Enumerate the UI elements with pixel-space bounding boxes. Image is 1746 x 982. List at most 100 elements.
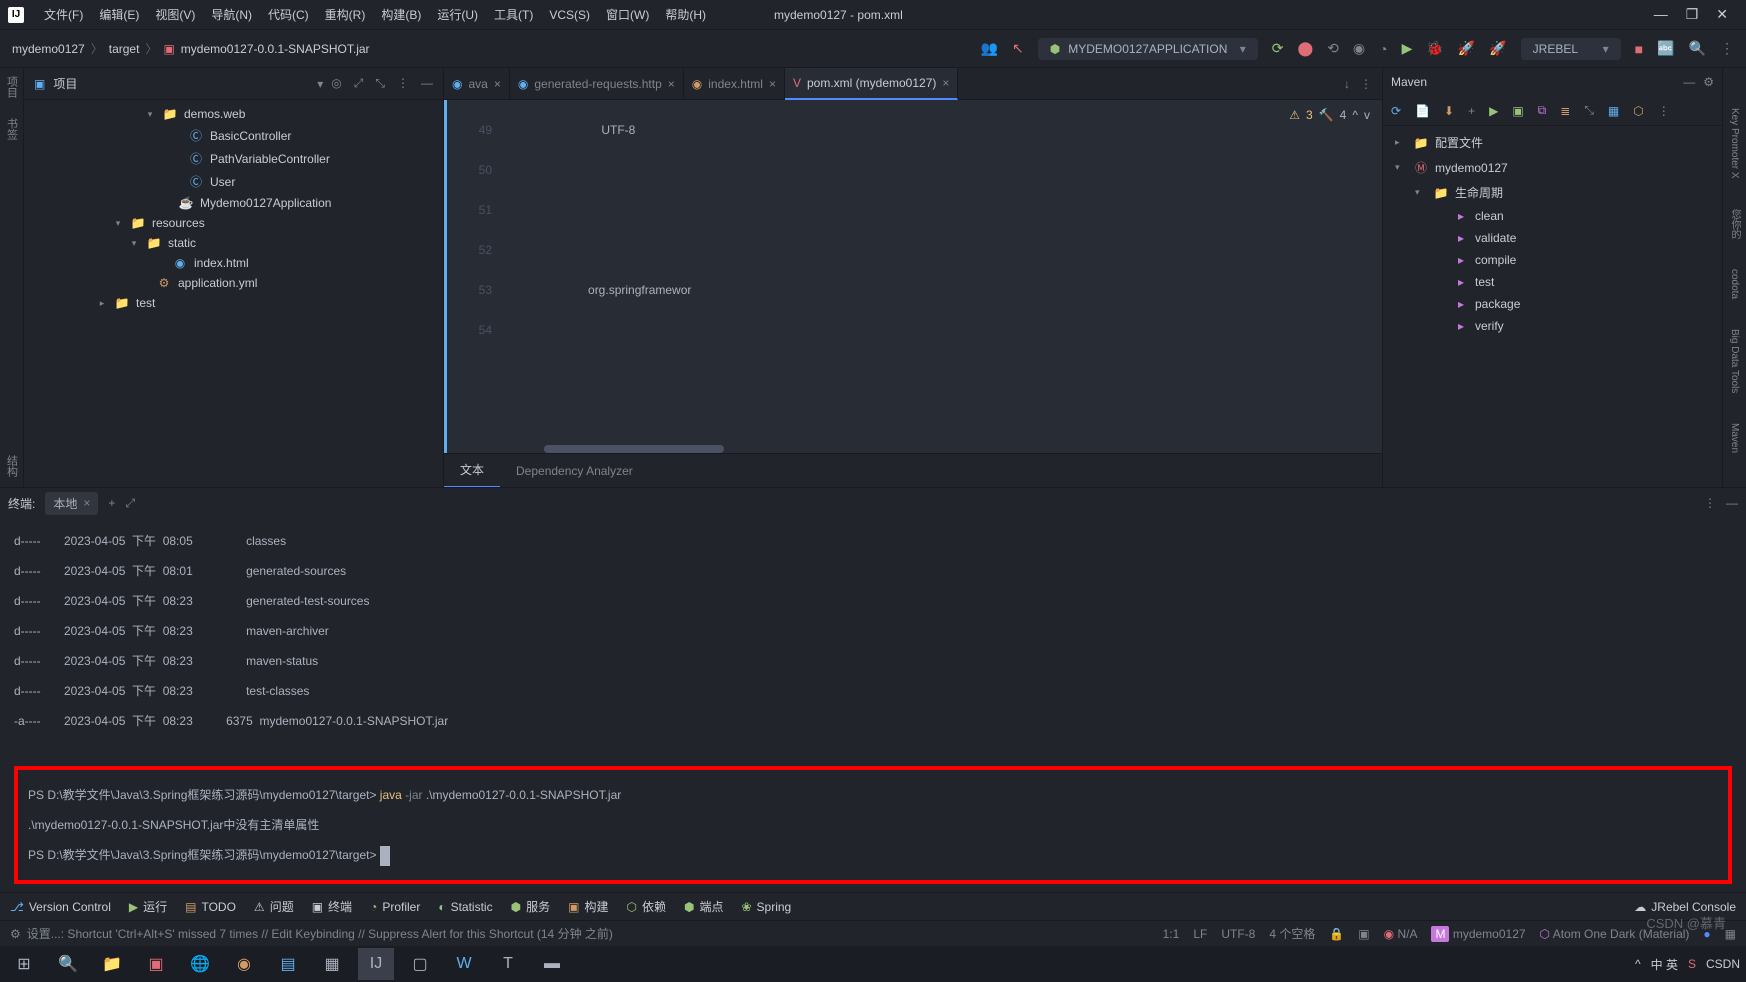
back-icon[interactable]: ↖: [1012, 40, 1024, 57]
tool-problems[interactable]: ⚠问题: [254, 898, 294, 915]
terminal-expand-icon[interactable]: ⤢: [125, 496, 135, 511]
tool-build[interactable]: ▣构建: [568, 898, 608, 915]
tool-run[interactable]: ▶运行: [129, 898, 167, 915]
editor-tab[interactable]: ◉index.html×: [684, 68, 785, 100]
menu-build[interactable]: 构建(B): [373, 6, 429, 23]
tree-item[interactable]: ⒸBasicController: [24, 124, 443, 147]
terminal-tab-local[interactable]: 本地×: [45, 492, 98, 515]
taskbar-word[interactable]: W: [446, 948, 482, 980]
maven-item[interactable]: ▸compile: [1383, 249, 1722, 271]
translate-icon[interactable]: 🔤: [1657, 40, 1674, 57]
taskbar-app4[interactable]: ▦: [314, 948, 350, 980]
tool-deps[interactable]: ⬡依赖: [626, 898, 666, 915]
maven-run-icon[interactable]: ▶: [1489, 104, 1498, 118]
jrebel-selector[interactable]: JREBEL ▾: [1521, 38, 1621, 60]
maven-more-icon[interactable]: ⋮: [1658, 104, 1670, 118]
maven-execute-icon[interactable]: ▣: [1512, 104, 1523, 118]
tree-item[interactable]: ▸📁test: [24, 293, 443, 313]
maven-download-icon[interactable]: ⬇: [1444, 104, 1454, 118]
tool-profiler[interactable]: ◔Profiler: [370, 900, 420, 914]
play-icon[interactable]: ▶: [1402, 40, 1413, 57]
status-lf[interactable]: LF: [1193, 927, 1207, 941]
taskbar-app3[interactable]: ▤: [270, 948, 306, 980]
minimize-icon[interactable]: —: [1654, 6, 1668, 23]
expand-icon[interactable]: ⤢: [354, 76, 364, 91]
coverage-icon[interactable]: ◉: [1353, 40, 1365, 57]
project-tree[interactable]: ▾📁demos.webⒸBasicControllerⒸPathVariable…: [24, 100, 443, 487]
tray-ime[interactable]: 中 英: [1651, 956, 1678, 973]
tree-item[interactable]: ▾📁resources: [24, 213, 443, 233]
tray-icon[interactable]: ^: [1635, 957, 1641, 971]
taskbar-app2[interactable]: ◉: [226, 948, 262, 980]
more-icon[interactable]: ⋮: [1720, 40, 1734, 57]
breadcrumb-folder[interactable]: target: [109, 42, 140, 56]
editor-tab[interactable]: Vpom.xml (mydemo0127)×: [785, 68, 958, 100]
editor-tab[interactable]: ◉ava×: [444, 68, 510, 100]
maven-item[interactable]: ▸verify: [1383, 315, 1722, 337]
breadcrumb-file[interactable]: mydemo0127-0.0.1-SNAPSHOT.jar: [181, 42, 370, 56]
tool-terminal[interactable]: ▣终端: [312, 898, 352, 915]
rail-keypromoter[interactable]: Key Promoter X: [1729, 108, 1740, 179]
maven-toggle-icon[interactable]: ⧉: [1538, 103, 1547, 118]
editor-tab[interactable]: ◉generated-requests.http×: [510, 68, 684, 100]
menu-dots-icon[interactable]: ⋮: [397, 76, 409, 91]
git-icon[interactable]: ▣: [1358, 927, 1369, 941]
stop-icon[interactable]: ⬤: [1297, 40, 1313, 57]
inspections-widget[interactable]: ⚠3 🔨4 ^ v: [1289, 108, 1370, 122]
rerun-icon[interactable]: ⟲: [1327, 40, 1339, 57]
maven-item[interactable]: ▸package: [1383, 293, 1722, 315]
menu-tools[interactable]: 工具(T): [486, 6, 541, 23]
maven-show-icon[interactable]: ▦: [1608, 104, 1619, 118]
chevron-down-icon[interactable]: ▾: [317, 77, 323, 91]
status-settings-icon[interactable]: ⚙: [10, 927, 21, 941]
maven-item[interactable]: ▸clean: [1383, 205, 1722, 227]
taskbar-search[interactable]: 🔍: [50, 948, 86, 980]
profile-icon[interactable]: ◔: [1379, 41, 1387, 57]
maven-reload-icon[interactable]: ⟳: [1391, 104, 1401, 118]
status-project[interactable]: M mydemo0127: [1431, 927, 1525, 941]
menu-nav[interactable]: 导航(N): [203, 6, 260, 23]
taskbar-explorer[interactable]: 📁: [94, 948, 130, 980]
project-panel-title[interactable]: 项目: [53, 75, 309, 92]
status-na[interactable]: ◉ N/A: [1384, 927, 1418, 941]
status-position[interactable]: 1:1: [1163, 927, 1180, 941]
menu-help[interactable]: 帮助(H): [657, 6, 714, 23]
tree-item[interactable]: ⒸUser: [24, 170, 443, 193]
taskbar-app1[interactable]: ▣: [138, 948, 174, 980]
rail-bigdata[interactable]: Big Data Tools: [1729, 329, 1740, 393]
terminal-add-icon[interactable]: +: [108, 496, 115, 510]
debug-icon[interactable]: 🐞: [1426, 40, 1443, 57]
maven-collapse-icon[interactable]: ⤡: [1584, 103, 1594, 118]
hide-icon[interactable]: —: [421, 76, 433, 91]
maven-item[interactable]: ▸validate: [1383, 227, 1722, 249]
sync-icon[interactable]: ⟳: [1272, 40, 1284, 57]
taskbar-start[interactable]: ⊞: [6, 948, 42, 980]
menu-edit[interactable]: 编辑(E): [91, 6, 147, 23]
close-icon[interactable]: ✕: [1716, 6, 1728, 23]
lock-icon[interactable]: 🔒: [1329, 927, 1344, 941]
terminal-output[interactable]: d----- 2023-04-05 下午 08:05 classesd-----…: [0, 518, 1746, 892]
tree-item[interactable]: ▾📁demos.web: [24, 104, 443, 124]
tray-sogou[interactable]: S: [1688, 957, 1696, 971]
jrebel-run-icon[interactable]: 🚀: [1458, 40, 1475, 57]
maven-item[interactable]: ▸test: [1383, 271, 1722, 293]
terminal-hide-icon[interactable]: —: [1726, 496, 1738, 510]
tabs-more-icon[interactable]: ⋮: [1360, 77, 1372, 91]
status-dot-icon[interactable]: ●: [1703, 927, 1710, 941]
menu-run[interactable]: 运行(U): [429, 6, 486, 23]
tool-services[interactable]: ⬢服务: [511, 898, 551, 915]
rail-bookmark[interactable]: 书签: [4, 118, 20, 140]
terminal-more-icon[interactable]: ⋮: [1704, 496, 1716, 510]
status-encoding[interactable]: UTF-8: [1221, 927, 1255, 941]
menu-code[interactable]: 代码(C): [260, 6, 317, 23]
editor-subtab-text[interactable]: 文本: [444, 454, 500, 488]
stop-all-icon[interactable]: ■: [1635, 41, 1643, 57]
tree-item[interactable]: ⚙application.yml: [24, 273, 443, 293]
tree-item[interactable]: ▾📁static: [24, 233, 443, 253]
breadcrumb-root[interactable]: mydemo0127: [12, 42, 85, 56]
rail-codota[interactable]: codota: [1729, 269, 1740, 299]
tabs-dropdown-icon[interactable]: ↓: [1344, 77, 1350, 91]
taskbar-intellij[interactable]: IJ: [358, 948, 394, 980]
maven-generate-icon[interactable]: 📄: [1415, 104, 1430, 118]
collapse-icon[interactable]: ⤡: [375, 76, 385, 91]
